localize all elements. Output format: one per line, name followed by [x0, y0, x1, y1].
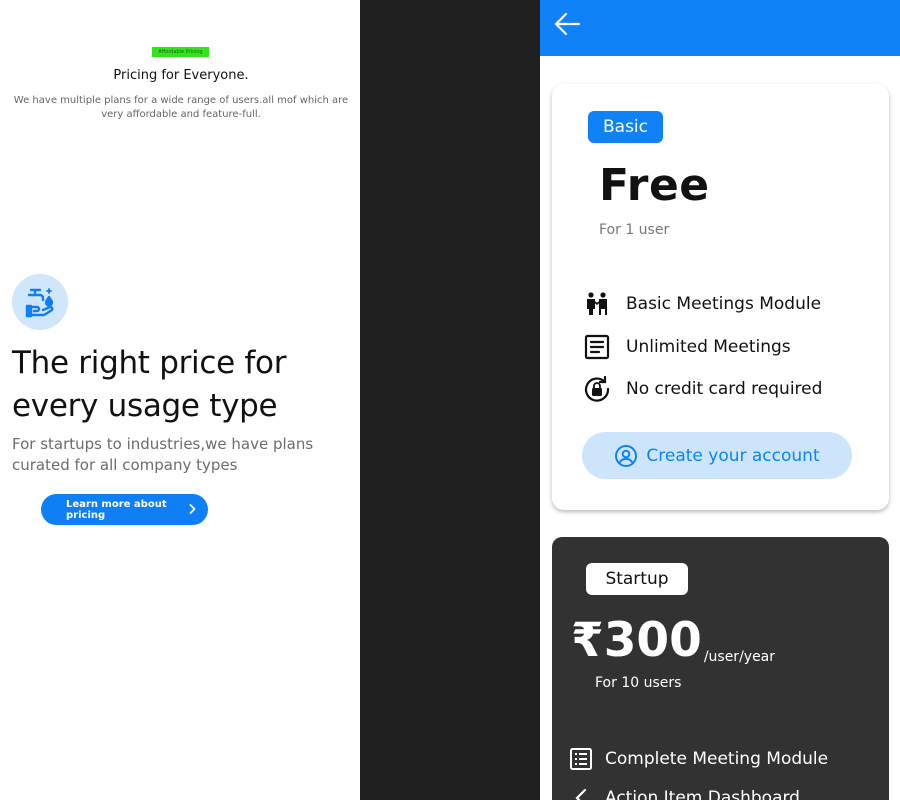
- account-circle-icon: [615, 444, 638, 467]
- right-panel: Basic Free For 1 user Basic Meetings Mod…: [540, 0, 900, 800]
- feature-label: Action Item Dashboard: [605, 788, 800, 800]
- feature-label: Unlimited Meetings: [626, 337, 791, 357]
- left-panel: Affordable Pricing Pricing for Everyone.…: [0, 0, 360, 800]
- startup-plan-period: /user/year: [703, 649, 776, 665]
- notes-icon: [583, 333, 611, 361]
- feature-row: No credit card required: [583, 374, 822, 404]
- chevron-right-icon: [189, 504, 196, 514]
- chevron-icon: [567, 784, 595, 800]
- lock-reset-icon: [583, 375, 611, 403]
- hand-wash-icon: [12, 274, 68, 330]
- feature-row: Complete Meeting Module: [567, 744, 828, 774]
- create-account-button[interactable]: Create your account: [582, 432, 852, 479]
- people-icon: [583, 290, 611, 318]
- affordable-pricing-badge: Affordable Pricing: [152, 47, 209, 57]
- section-description: For startups to industries,we have plans…: [12, 435, 314, 474]
- feature-label: Basic Meetings Module: [626, 294, 822, 314]
- basic-plan-users: For 1 user: [599, 222, 670, 238]
- divider-gap: [360, 0, 540, 800]
- create-account-label: Create your account: [646, 445, 820, 466]
- hero-subtitle: We have multiple plans for a wide range …: [13, 95, 349, 120]
- basic-plan-tag: Basic: [588, 111, 663, 143]
- section-heading: The right price for every usage type: [12, 345, 287, 424]
- basic-plan-card: Basic Free For 1 user Basic Meetings Mod…: [552, 84, 889, 510]
- learn-more-button[interactable]: Learn more about pricing: [41, 494, 208, 525]
- list-icon: [567, 745, 595, 773]
- arrow-left-icon[interactable]: [552, 10, 584, 42]
- basic-plan-price: Free: [599, 160, 710, 211]
- startup-plan-users: For 10 users: [595, 675, 682, 691]
- startup-plan-card: Startup ₹300 /user/year For 10 users Com…: [552, 537, 889, 800]
- feature-row: Action Item Dashboard: [567, 783, 800, 800]
- hero-title: Pricing for Everyone.: [113, 68, 249, 83]
- app-bar: [540, 0, 900, 56]
- feature-row: Unlimited Meetings: [583, 332, 791, 362]
- feature-label: No credit card required: [626, 379, 823, 399]
- startup-plan-price: ₹300: [571, 613, 702, 668]
- feature-row: Basic Meetings Module: [583, 289, 821, 319]
- startup-plan-price-group: ₹300 /user/year: [571, 613, 775, 669]
- feature-label: Complete Meeting Module: [605, 749, 829, 769]
- startup-plan-tag: Startup: [586, 563, 688, 595]
